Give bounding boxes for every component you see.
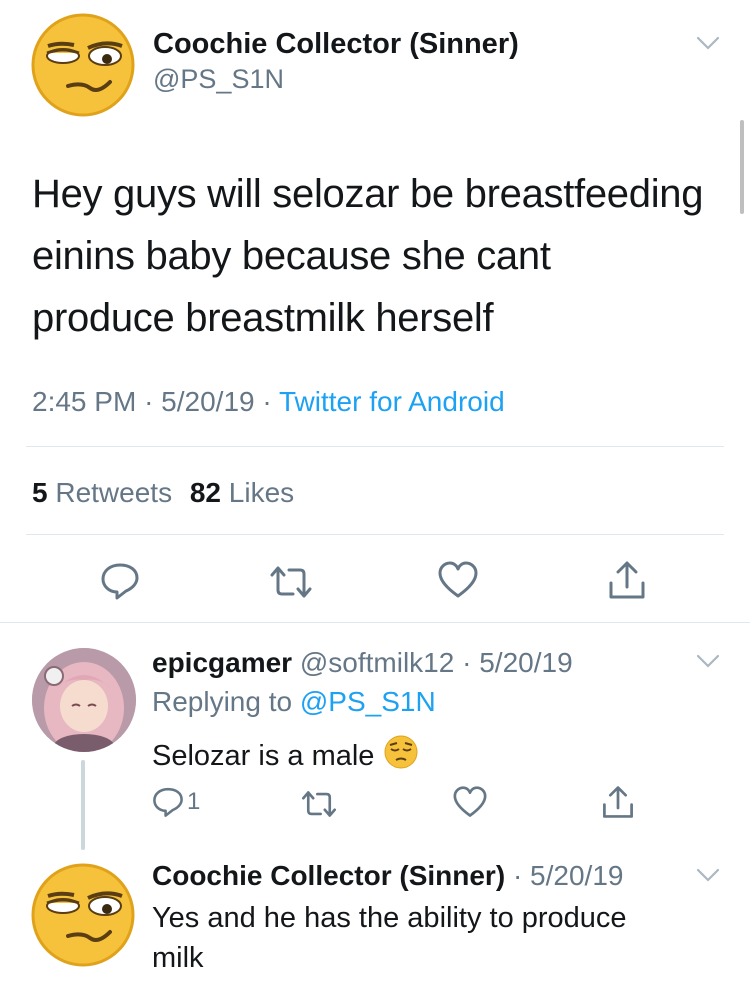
pensive-face-emoji-icon bbox=[384, 735, 418, 777]
smirk-face-emoji-icon bbox=[31, 863, 135, 967]
chevron-down-icon[interactable] bbox=[696, 654, 720, 668]
meta-separator: · bbox=[144, 386, 154, 417]
reply-header: Coochie Collector (Sinner) · 5/20/19 bbox=[152, 860, 623, 892]
retweet-count: 5 bbox=[32, 477, 48, 508]
heart-icon[interactable] bbox=[438, 561, 478, 599]
tweet-source-link[interactable]: Twitter for Android bbox=[279, 386, 505, 417]
reply-text: Yes and he has the ability to produce mi… bbox=[152, 898, 627, 978]
reply-date[interactable]: 5/20/19 bbox=[530, 860, 623, 891]
reply-date[interactable]: 5/20/19 bbox=[479, 647, 572, 678]
anime-girl-avatar-icon bbox=[32, 648, 136, 752]
divider bbox=[26, 534, 724, 535]
share-icon[interactable] bbox=[601, 784, 635, 820]
reply-text: Selozar is a male bbox=[152, 735, 418, 777]
replying-label: Replying to bbox=[152, 686, 293, 717]
divider bbox=[0, 622, 750, 623]
author-name[interactable]: Coochie Collector (Sinner) bbox=[153, 28, 519, 61]
reply-author-handle[interactable]: @softmilk12 bbox=[300, 647, 454, 678]
share-icon[interactable] bbox=[607, 559, 647, 601]
author-handle[interactable]: @PS_S1N bbox=[153, 64, 284, 95]
heart-icon[interactable] bbox=[453, 786, 487, 818]
reply-text-line: milk bbox=[152, 942, 204, 974]
reply-author-name[interactable]: epicgamer bbox=[152, 647, 292, 678]
like-stat[interactable]: 82 Likes bbox=[190, 477, 294, 508]
reply-author-name[interactable]: Coochie Collector (Sinner) bbox=[152, 860, 505, 891]
reply-header: epicgamer @softmilk12 · 5/20/19 bbox=[152, 647, 573, 679]
replying-to: Replying to @PS_S1N bbox=[152, 686, 436, 718]
engagement-stats: 5 Retweets 82 Likes bbox=[32, 477, 294, 509]
retweet-icon[interactable] bbox=[268, 563, 314, 601]
tweet-text-line: einins baby because she cant bbox=[32, 234, 551, 278]
thread-line bbox=[81, 760, 85, 850]
reply-icon[interactable]: 1 bbox=[152, 786, 200, 818]
reply-count: 1 bbox=[187, 788, 201, 815]
meta-separator: · bbox=[262, 386, 272, 417]
avatar[interactable] bbox=[30, 862, 136, 968]
tweet-text: Hey guys will selozar be breastfeeding e… bbox=[32, 163, 703, 349]
like-count: 82 bbox=[189, 477, 222, 508]
like-label: Likes bbox=[228, 477, 295, 508]
replying-handle-link[interactable]: @PS_S1N bbox=[300, 686, 436, 717]
reply-text-content: Selozar is a male bbox=[152, 739, 375, 772]
tweet-text-line: produce breastmilk herself bbox=[32, 296, 494, 340]
retweet-stat[interactable]: 5 Retweets bbox=[32, 477, 180, 508]
divider bbox=[26, 446, 724, 447]
reply-icon[interactable] bbox=[100, 561, 140, 601]
scroll-indicator[interactable] bbox=[740, 120, 744, 214]
tweet-meta: 2:45 PM · 5/20/19 · Twitter for Android bbox=[32, 386, 505, 418]
chevron-down-icon[interactable] bbox=[696, 868, 720, 882]
meta-separator: · bbox=[462, 647, 472, 678]
reply-text-line: Yes and he has the ability to produce bbox=[152, 902, 627, 934]
smirk-face-emoji-icon bbox=[31, 13, 135, 117]
chevron-down-icon[interactable] bbox=[696, 36, 720, 50]
retweet-label: Retweets bbox=[55, 477, 173, 508]
meta-separator: · bbox=[512, 860, 523, 891]
tweet-time[interactable]: 2:45 PM bbox=[32, 386, 136, 417]
avatar[interactable] bbox=[32, 648, 136, 752]
avatar[interactable] bbox=[30, 12, 136, 118]
tweet-date[interactable]: 5/20/19 bbox=[161, 386, 254, 417]
retweet-icon[interactable] bbox=[300, 788, 338, 820]
tweet-text-line: Hey guys will selozar be breastfeeding bbox=[32, 172, 704, 216]
